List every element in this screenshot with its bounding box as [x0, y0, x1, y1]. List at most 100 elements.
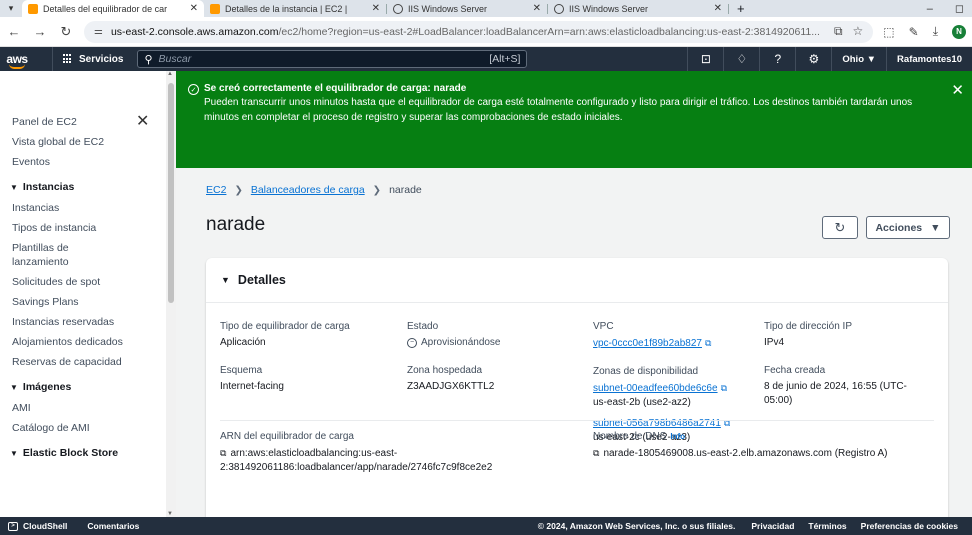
browser-tab-active[interactable]: Detalles del equilibrador de car ✕ — [22, 0, 204, 17]
site-settings-icon[interactable]: ⚌ — [94, 26, 103, 37]
copy-icon[interactable]: ⧉ — [220, 446, 226, 460]
close-icon[interactable]: ✕ — [533, 3, 541, 14]
flash-title: Se creó correctamente el equilibrador de… — [204, 83, 467, 94]
section-title: Elastic Block Store — [22, 447, 119, 459]
sidebar-item-dedicated-hosts[interactable]: Alojamientos dedicados — [12, 335, 162, 349]
breadcrumb-ec2[interactable]: EC2 — [206, 184, 226, 196]
cloudshell-label: CloudShell — [23, 521, 68, 531]
hosted-zone-label: Zona hospedada — [407, 365, 483, 376]
download-icon[interactable]: ⤓ — [933, 24, 938, 39]
tab-search-icon[interactable]: ▾ — [0, 0, 22, 17]
sidebar-item-ami-catalog[interactable]: Catálogo de AMI — [12, 421, 162, 435]
details-heading: Detalles — [237, 273, 286, 287]
page-title: narade — [206, 214, 266, 235]
sidebar-section-ebs[interactable]: ▼ Elastic Block Store — [10, 447, 175, 459]
minimize-icon[interactable]: – — [927, 3, 933, 15]
reload-icon[interactable]: ↻ — [58, 24, 74, 40]
dns-block: Nombre de DNS Info ⧉ narade-1805469008.us-… — [593, 430, 938, 461]
sidebar-item-spot-requests[interactable]: Solicitudes de spot — [12, 275, 162, 289]
extensions-icon[interactable]: ⬚ — [883, 25, 894, 39]
external-link-icon: ⧉ — [723, 418, 731, 428]
account-menu[interactable]: Rafamontes10 — [886, 47, 972, 71]
browser-tabstrip: ▾ Detalles del equilibrador de car ✕ Det… — [0, 0, 972, 17]
sidebar-section-instances[interactable]: ▼ Instancias — [10, 181, 175, 193]
terms-link[interactable]: Términos — [808, 521, 860, 531]
lb-type-label: Tipo de equilibrador de carga — [220, 321, 350, 332]
tab-title: Detalles de la instancia | EC2 | — [225, 3, 348, 14]
main-content: EC2 ❯ Balanceadores de carga ❯ narade na… — [176, 168, 972, 517]
subnet-link[interactable]: subnet-00eadfee60bde6c6e — [593, 383, 718, 394]
close-icon[interactable]: ✕ — [372, 3, 380, 14]
browser-tab[interactable]: IIS Windows Server ✕ — [548, 0, 728, 17]
actions-button[interactable]: Acciones ▼ — [866, 216, 950, 239]
tab-title: Detalles del equilibrador de car — [43, 3, 168, 14]
scroll-up-icon[interactable]: ▲ — [167, 71, 173, 77]
ec2-sidebar: ✕ Panel de EC2 Vista global de EC2 Event… — [0, 71, 176, 517]
caret-down-icon: ▼ — [10, 448, 18, 458]
breadcrumb-load-balancers[interactable]: Balanceadores de carga — [251, 184, 365, 196]
vpc-link[interactable]: vpc-0ccc0e1f89b2ab827 — [593, 338, 702, 349]
sidebar-item-instances[interactable]: Instancias — [12, 201, 162, 215]
globe-icon — [393, 3, 403, 14]
sidebar-item-instance-types[interactable]: Tipos de instancia — [12, 221, 162, 235]
close-sidebar-icon[interactable]: ✕ — [136, 111, 149, 131]
privacy-link[interactable]: Privacidad — [751, 521, 808, 531]
refresh-button[interactable]: ↻ — [822, 216, 858, 239]
notifications-bell-icon[interactable]: ♢ — [723, 47, 759, 71]
aws-top-nav: aws Servicios ⚲ Buscar [Alt+S] ⊡ ♢ ? ⚙ O… — [0, 47, 972, 71]
breadcrumb: EC2 ❯ Balanceadores de carga ❯ narade — [206, 184, 422, 196]
profile-avatar[interactable]: N — [952, 24, 966, 39]
search-placeholder: Buscar — [158, 53, 192, 65]
info-link[interactable]: Info — [670, 432, 685, 441]
scrollbar-thumb[interactable] — [168, 83, 174, 303]
search-input[interactable]: ⚲ Buscar [Alt+S] — [137, 50, 528, 68]
browser-tab[interactable]: Detalles de la instancia | EC2 | ✕ — [204, 0, 386, 17]
browser-tab[interactable]: IIS Windows Server ✕ — [387, 0, 547, 17]
lb-type-value: Aplicación — [220, 337, 266, 348]
url-field[interactable]: ⚌ us-east-2.console.aws.amazon.com/ec2/h… — [84, 20, 874, 43]
new-tab-button[interactable]: + — [729, 0, 753, 17]
cloudshell-icon[interactable]: ⊡ — [687, 47, 723, 71]
arn-value: arn:aws:elasticloadbalancing:us-east-2:3… — [220, 448, 493, 473]
caret-down-icon: ▼ — [10, 382, 18, 392]
dismiss-flash-icon[interactable]: ✕ — [951, 81, 964, 99]
settings-gear-icon[interactable]: ⚙ — [795, 47, 831, 71]
services-menu-button[interactable]: Servicios — [52, 47, 133, 71]
arn-label: ARN del equilibrador de carga — [220, 431, 354, 442]
sidebar-item-savings-plans[interactable]: Savings Plans — [12, 295, 162, 309]
back-icon[interactable]: ← — [6, 24, 22, 39]
region-selector[interactable]: Ohio ▼ — [831, 47, 886, 71]
customize-icon[interactable]: ✎ — [909, 25, 919, 39]
sidebar-item-global-view[interactable]: Vista global de EC2 — [12, 135, 162, 149]
copy-icon[interactable]: ⧉ — [593, 446, 599, 460]
aws-favicon-icon — [28, 3, 38, 14]
bookmark-star-icon[interactable]: ☆ — [853, 24, 864, 39]
help-icon[interactable]: ? — [759, 47, 795, 71]
window-controls: – ◻ — [927, 0, 972, 17]
details-header[interactable]: ▼ Detalles — [206, 258, 948, 303]
sidebar-item-capacity-reservations[interactable]: Reservas de capacidad — [12, 355, 162, 369]
details-column-1: Tipo de equilibrador de carga Aplicación… — [220, 320, 390, 394]
sidebar-section-images[interactable]: ▼ Imágenes — [10, 381, 175, 393]
dns-value: narade-1805469008.us-east-2.elb.amazonaw… — [603, 448, 888, 459]
sidebar-item-ami[interactable]: AMI — [12, 401, 162, 415]
translate-icon[interactable]: ⧉ — [834, 24, 843, 39]
cookie-preferences-link[interactable]: Preferencias de cookies — [861, 521, 972, 531]
feedback-link[interactable]: Comentarios — [75, 521, 151, 531]
url-path: /ec2/home?region=us-east-2#LoadBalancer:… — [278, 25, 820, 38]
close-icon[interactable]: ✕ — [190, 3, 198, 14]
sidebar-item-events[interactable]: Eventos — [12, 155, 162, 169]
cloudshell-button[interactable]: > CloudShell — [0, 521, 75, 531]
sidebar-scrollbar[interactable]: ▲ ▼ — [166, 71, 176, 517]
az-label: Zonas de disponibilidad — [593, 366, 699, 377]
close-icon[interactable]: ✕ — [714, 3, 722, 14]
sidebar-item-reserved-instances[interactable]: Instancias reservadas — [12, 315, 162, 329]
sidebar-item-launch-templates[interactable]: Plantillas de lanzamiento — [12, 241, 102, 269]
forward-icon[interactable]: → — [32, 24, 48, 39]
ip-type-label: Tipo de dirección IP — [764, 321, 853, 332]
caret-down-icon: ▼ — [930, 221, 941, 234]
aws-logo[interactable]: aws — [0, 52, 34, 69]
address-bar: ← → ↻ ⚌ us-east-2.console.aws.amazon.com… — [0, 17, 972, 47]
cloudshell-icon: > — [8, 521, 18, 531]
restore-icon[interactable]: ◻ — [955, 2, 964, 15]
